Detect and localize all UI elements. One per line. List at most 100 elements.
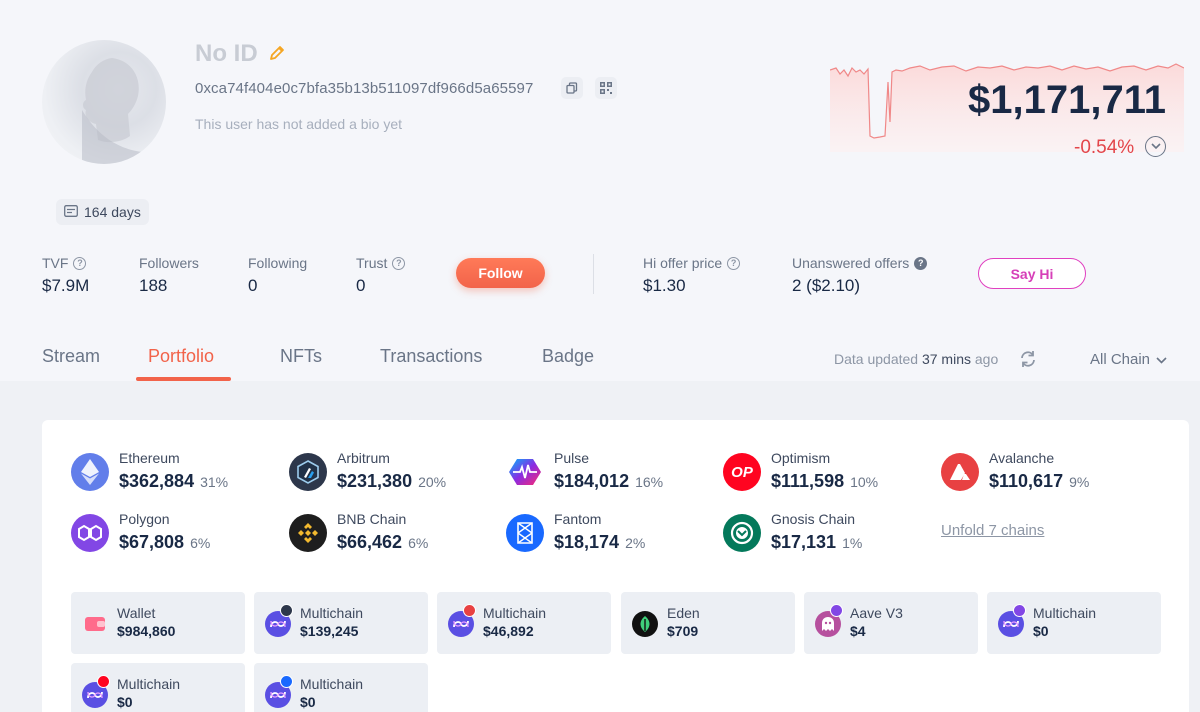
edit-icon[interactable]	[268, 44, 286, 62]
protocol-card-multichain-optimism[interactable]: Multichain $0	[71, 663, 245, 712]
tab-stream[interactable]: Stream	[42, 346, 100, 367]
unfold-chains-link[interactable]: Unfold 7 chains	[941, 522, 1044, 539]
qr-code-icon[interactable]	[595, 77, 617, 99]
chain-value: $110,617	[989, 471, 1064, 491]
protocol-value: $139,245	[300, 623, 359, 639]
gnosis-icon	[723, 514, 761, 552]
calendar-icon	[64, 204, 78, 220]
optimism-icon: OP	[723, 453, 761, 491]
chain-percent: 10%	[850, 474, 879, 490]
copy-icon[interactable]	[561, 77, 583, 99]
bnb-icon	[289, 514, 327, 552]
optimism-badge-icon	[97, 675, 110, 688]
protocol-name: Aave V3	[850, 605, 903, 621]
chain-filter-label: All Chain	[1090, 351, 1151, 368]
follow-button[interactable]: Follow	[456, 258, 545, 288]
chain-percent: 16%	[635, 474, 664, 490]
chain-value: $362,884	[119, 471, 195, 491]
protocol-card-multichain-fantom[interactable]: Multichain $0	[254, 663, 428, 712]
stat-label: TVF	[42, 255, 69, 271]
stat-hi-offer-price: Hi offer price? $1.30	[643, 254, 741, 296]
help-icon[interactable]: ?	[727, 256, 741, 270]
profile-name: No ID	[195, 40, 258, 67]
protocol-name: Eden	[667, 605, 700, 621]
chain-percent: 6%	[190, 535, 211, 551]
protocol-card-multichain-avalanche[interactable]: Multichain $46,892	[437, 592, 611, 654]
account-age-text: 164 days	[84, 204, 141, 220]
chain-value: $18,174	[554, 532, 620, 552]
protocol-name: Multichain	[300, 605, 364, 621]
help-icon[interactable]: ?	[392, 256, 406, 270]
polygon-badge-icon	[1013, 604, 1026, 617]
chain-name: Arbitrum	[337, 450, 390, 466]
chain-filter-dropdown[interactable]: All Chain	[1090, 351, 1167, 368]
stat-trust: Trust? 0	[356, 254, 406, 296]
stat-label: Trust	[356, 255, 388, 271]
protocol-value: $0	[300, 694, 316, 710]
stat-value: $7.9M	[42, 276, 90, 295]
chain-percent: 20%	[418, 474, 447, 490]
chain-percent: 6%	[408, 535, 429, 551]
chain-name: Pulse	[554, 450, 590, 466]
stat-following[interactable]: Following 0	[248, 254, 307, 296]
polygon-icon	[71, 514, 109, 552]
divider	[593, 254, 594, 294]
chain-name: Gnosis Chain	[771, 511, 856, 527]
protocol-card-wallet[interactable]: Wallet $984,860	[71, 592, 245, 654]
total-balance: $1,171,711	[968, 78, 1166, 122]
protocol-value: $46,892	[483, 623, 534, 639]
arbitrum-icon	[289, 453, 327, 491]
protocol-value: $0	[117, 694, 133, 710]
chain-name: Optimism	[771, 450, 831, 466]
chain-percent: 1%	[842, 535, 863, 551]
chain-name: BNB Chain	[337, 511, 407, 527]
stat-tvf: TVF? $7.9M	[42, 254, 89, 296]
tab-portfolio[interactable]: Portfolio	[148, 346, 214, 367]
chain-value: $66,462	[337, 532, 403, 552]
tab-transactions[interactable]: Transactions	[380, 346, 482, 367]
chain-percent: 2%	[625, 535, 646, 551]
fantom-icon	[506, 514, 544, 552]
chain-value: $67,808	[119, 532, 185, 552]
stat-value: 0	[356, 276, 366, 295]
help-icon[interactable]: ?	[73, 256, 87, 270]
account-age-badge: 164 days	[56, 199, 149, 225]
wallet-address: 0xca74f404e0c7bfa35b13b511097df966d5a655…	[195, 80, 534, 97]
stat-label: Followers	[139, 255, 199, 271]
eden-icon	[632, 611, 658, 637]
stat-value: 2 ($2.10)	[792, 276, 861, 295]
chain-name: Ethereum	[119, 450, 180, 466]
help-icon[interactable]: ?	[914, 256, 928, 270]
stat-label: Following	[248, 255, 308, 271]
refresh-icon[interactable]	[1018, 349, 1038, 369]
protocol-card-aave-v3[interactable]: Aave V3 $4	[804, 592, 978, 654]
wallet-icon	[82, 611, 108, 637]
protocol-card-multichain-polygon[interactable]: Multichain $0	[987, 592, 1161, 654]
protocol-name: Multichain	[117, 676, 181, 692]
avalanche-badge-icon	[463, 604, 476, 617]
chevron-down-icon	[1156, 351, 1167, 368]
bio-text: This user has not added a bio yet	[195, 116, 403, 132]
protocol-card-eden[interactable]: Eden $709	[621, 592, 795, 654]
protocol-name: Multichain	[1033, 605, 1097, 621]
avatar	[42, 40, 166, 164]
protocol-name: Wallet	[117, 605, 156, 621]
stat-value: 0	[248, 276, 258, 295]
chain-value: $184,012	[554, 471, 630, 491]
protocol-value: $709	[667, 623, 699, 639]
stat-value: $1.30	[643, 276, 686, 295]
expand-chart-icon[interactable]	[1145, 136, 1166, 157]
protocol-value: $4	[850, 623, 866, 639]
protocol-card-multichain-arbitrum[interactable]: Multichain $139,245	[254, 592, 428, 654]
say-hi-button[interactable]: Say Hi	[978, 258, 1086, 289]
chain-value: $231,380	[337, 471, 413, 491]
protocol-name: Multichain	[483, 605, 547, 621]
tab-nfts[interactable]: NFTs	[280, 346, 322, 367]
stat-followers[interactable]: Followers 188	[139, 254, 199, 296]
chain-value: $17,131	[771, 532, 837, 552]
fantom-badge-icon	[280, 675, 293, 688]
chain-name: Polygon	[119, 511, 170, 527]
tab-badge[interactable]: Badge	[542, 346, 594, 367]
protocol-name: Multichain	[300, 676, 364, 692]
chain-name: Fantom	[554, 511, 602, 527]
